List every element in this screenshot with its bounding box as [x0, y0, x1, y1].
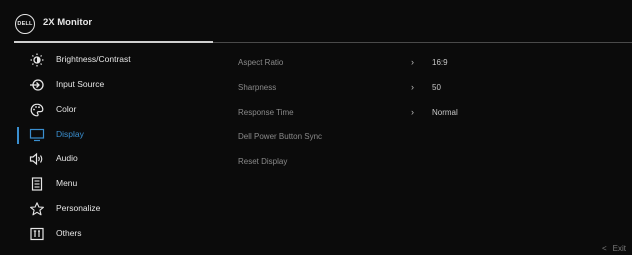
- option-label: Dell Power Button Sync: [238, 132, 323, 141]
- osd-header: DELL 2X Monitor: [0, 0, 632, 43]
- brightness-icon: [30, 53, 44, 67]
- sidebar-item-menu[interactable]: Menu: [0, 172, 213, 196]
- others-info-icon: [30, 227, 44, 241]
- option-value: 50: [432, 83, 441, 92]
- sidebar-item-label: Input Source: [56, 79, 105, 89]
- sidebar-item-label: Audio: [56, 153, 78, 163]
- sidebar-item-label: Display: [56, 129, 84, 139]
- sidebar-item-label: Color: [56, 104, 77, 114]
- option-value: 16:9: [432, 58, 448, 67]
- chevron-right-icon: ›: [411, 107, 414, 117]
- chevron-left-icon: <: [601, 244, 607, 253]
- option-value: Normal: [432, 108, 458, 117]
- monitor-osd: DELL 2X Monitor Brightness/Contrast Inpu…: [0, 0, 632, 255]
- option-label: Response Time: [238, 108, 294, 117]
- sidebar-item-label: Others: [56, 228, 82, 238]
- display-monitor-icon: [29, 128, 45, 142]
- header-divider-active: [14, 41, 213, 43]
- dell-logo: DELL: [15, 14, 35, 34]
- active-indicator: [17, 127, 19, 144]
- sidebar-item-brightness-contrast[interactable]: Brightness/Contrast: [0, 48, 213, 72]
- chevron-right-icon: ›: [411, 57, 414, 67]
- sidebar-item-color[interactable]: Color: [0, 98, 213, 122]
- monitor-title: 2X Monitor: [43, 17, 93, 28]
- sidebar-item-audio[interactable]: Audio: [0, 147, 213, 171]
- sidebar-item-label: Brightness/Contrast: [56, 54, 131, 64]
- speaker-icon: [29, 152, 43, 166]
- exit-button[interactable]: < Exit: [602, 244, 626, 253]
- menu-document-icon: [31, 177, 43, 191]
- star-icon: [30, 202, 44, 216]
- chevron-right-icon: ›: [411, 82, 414, 92]
- option-reset-display[interactable]: Reset Display: [215, 150, 632, 174]
- sidebar-item-input-source[interactable]: Input Source: [0, 73, 213, 97]
- sidebar-item-label: Menu: [56, 178, 78, 188]
- sidebar-item-others[interactable]: Others: [0, 222, 213, 246]
- sidebar-item-display[interactable]: Display: [0, 123, 213, 147]
- option-response-time[interactable]: Response Time › Normal: [215, 101, 632, 125]
- option-label: Reset Display: [238, 157, 288, 166]
- option-dell-power-button-sync[interactable]: Dell Power Button Sync: [215, 125, 632, 149]
- sidebar-item-personalize[interactable]: Personalize: [0, 197, 213, 221]
- color-palette-icon: [30, 103, 44, 117]
- option-sharpness[interactable]: Sharpness › 50: [215, 76, 632, 100]
- header-divider: [213, 41, 632, 43]
- sidebar-item-label: Personalize: [56, 203, 101, 213]
- option-label: Aspect Ratio: [238, 58, 284, 67]
- exit-label: Exit: [612, 244, 626, 253]
- input-source-icon: [30, 79, 44, 91]
- option-label: Sharpness: [238, 83, 277, 92]
- option-aspect-ratio[interactable]: Aspect Ratio › 16:9: [215, 51, 632, 75]
